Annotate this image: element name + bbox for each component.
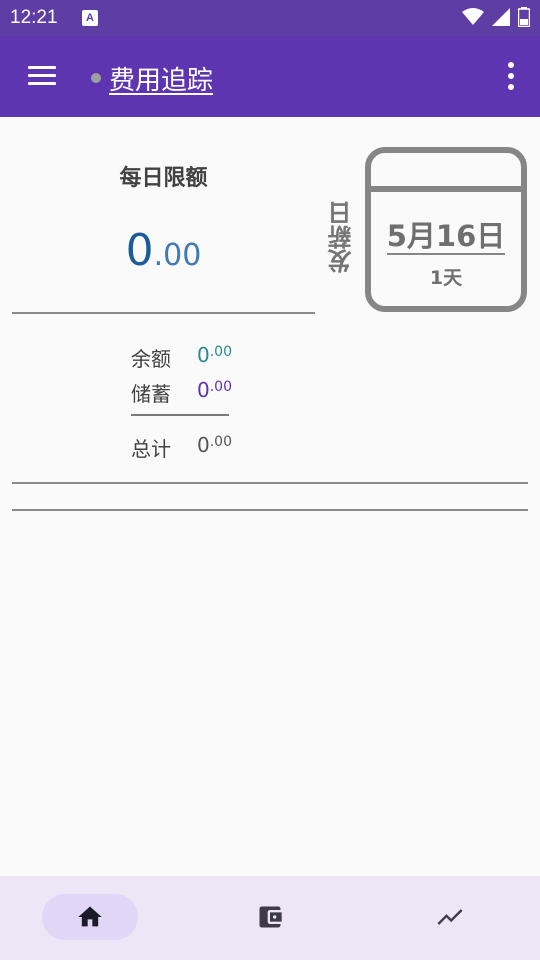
savings-row: 储蓄 [131,378,171,407]
total-label: 总计 [131,437,171,461]
divider [12,312,315,314]
total-value: 0.00 [197,433,232,457]
daily-limit-label: 每日限额 [119,166,208,191]
wallet-icon [259,906,282,928]
title-status-dot [91,73,101,83]
balance-label: 余额 [131,347,171,371]
payday-label: 发薪日 [328,201,356,273]
calendar-header-bar [371,186,521,192]
app-bar: 费用追踪 [0,36,540,117]
divider [12,509,528,511]
balance-value: 0.00 [197,343,232,367]
daily-amount-integer: 0 [125,225,154,276]
summary-divider [131,414,229,416]
bottom-navigation [0,876,540,960]
savings-integer: 0 [197,378,210,402]
wifi-icon [462,8,484,25]
nav-home[interactable] [42,894,138,940]
savings-label: 储蓄 [131,382,171,406]
balance-row: 余额 [131,343,171,372]
nav-wallet[interactable] [222,894,318,940]
signal-icon [492,8,510,26]
savings-decimal: .00 [209,379,232,395]
app-notification-icon: A [82,10,98,26]
divider [12,482,528,484]
daily-amount-decimal: .00 [153,238,202,273]
total-row: 总计 [131,433,171,462]
balance-integer: 0 [197,343,210,367]
status-time: 12:21 [10,7,58,28]
nav-trend[interactable] [402,894,498,940]
battery-icon [518,7,530,27]
total-integer: 0 [197,433,210,457]
payday-date: 5月16日 [386,219,506,253]
total-decimal: .00 [209,434,232,450]
savings-value: 0.00 [197,378,232,402]
trending-up-icon [437,909,463,925]
daily-limit-amount: 0.00 [12,225,315,276]
calendar-divider [387,253,505,255]
status-icons [462,7,530,27]
hamburger-menu-icon[interactable] [28,66,56,86]
balance-decimal: .00 [209,344,232,360]
status-bar: 12:21 A [0,0,540,36]
app-title[interactable]: 费用追踪 [109,60,213,97]
days-until-payday: 1天 [429,267,463,289]
more-vert-icon[interactable] [506,62,516,90]
payday-calendar[interactable]: 5月16日 1天 [365,147,527,312]
home-icon [78,906,102,927]
